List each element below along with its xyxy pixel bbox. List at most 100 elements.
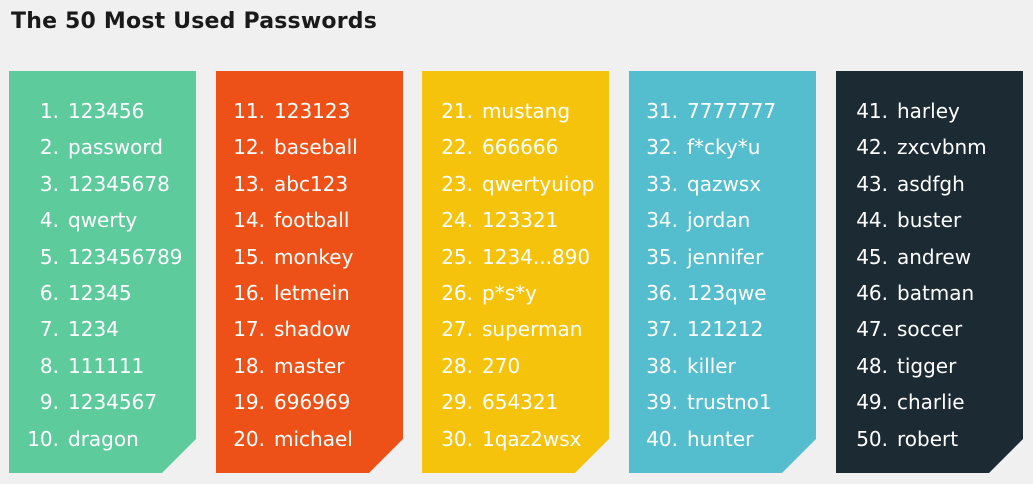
password-text: 123456789 [68, 244, 183, 269]
password-item: 46. batman [854, 275, 1023, 311]
rank-number: 12. [233, 135, 265, 160]
password-item: 41. harley [854, 93, 1023, 129]
password-text: 1234 [68, 317, 119, 342]
rank-number: 42. [856, 135, 888, 160]
password-text: 666666 [482, 135, 559, 160]
password-text: robert [897, 426, 959, 451]
password-item: 27. superman [439, 311, 609, 347]
password-text: superman [482, 317, 583, 342]
password-item: 22. 666666 [439, 129, 609, 165]
rank-number: 34. [646, 208, 678, 233]
password-item: 9. 1234567 [25, 384, 196, 420]
password-item: 13. abc123 [231, 166, 403, 202]
rank-number: 13. [233, 171, 265, 196]
password-text: buster [897, 208, 962, 233]
password-text: soccer [897, 317, 963, 342]
rank-number: 21. [441, 99, 473, 123]
rank-number: 30. [441, 426, 473, 451]
rank-number: 49. [856, 390, 888, 415]
password-item: 30. 1qaz2wsx [439, 421, 609, 457]
password-list: 21. mustang 22. 666666 23. qwertyuiop 24. 12332… [422, 93, 609, 457]
password-item: 35. jennifer [644, 239, 816, 275]
password-item: 2. password [25, 129, 196, 165]
password-text: qazwsx [687, 171, 762, 196]
password-text: shadow [274, 317, 351, 342]
rank-number: 29. [441, 390, 473, 415]
password-list: 11. 123123 12. baseball 13. abc123 14. football… [216, 93, 403, 457]
rank-number: 39. [646, 390, 678, 415]
password-item: 4. qwerty [25, 202, 196, 238]
password-text: 12345678 [68, 171, 170, 196]
password-text: p*s*y [482, 280, 537, 305]
password-item: 25. 1234...890 [439, 239, 609, 275]
password-item: 32. f*cky*u [644, 129, 816, 165]
password-text: baseball [274, 135, 358, 160]
rank-number: 16. [233, 280, 265, 305]
password-text: zxcvbnm [897, 135, 987, 160]
rank-number: 25. [441, 244, 473, 269]
rank-number: 44. [856, 208, 888, 233]
password-text: killer [687, 353, 736, 378]
rank-number: 32. [646, 135, 678, 160]
password-text: harley [897, 99, 960, 123]
password-text: abc123 [274, 171, 349, 196]
rank-number: 15. [233, 244, 265, 269]
password-text: jennifer [687, 244, 764, 269]
column-41-50: 41. harley 42. zxcvbnm 43. asdfgh 44. buster 45.… [836, 71, 1023, 473]
password-list: 31. 7777777 32. f*cky*u 33. qazwsx 34. jordan 35… [629, 93, 816, 457]
password-text: 123qwe [687, 280, 767, 305]
rank-number: 50. [856, 426, 888, 451]
password-text: michael [274, 426, 353, 451]
password-text: batman [897, 280, 975, 305]
password-text: dragon [68, 426, 139, 451]
password-item: 39. trustno1 [644, 384, 816, 420]
password-text: letmein [274, 280, 350, 305]
rank-number: 19. [233, 390, 265, 415]
password-item: 17. shadow [231, 311, 403, 347]
password-item: 19. 696969 [231, 384, 403, 420]
password-text: charlie [897, 390, 965, 415]
password-item: 14. football [231, 202, 403, 238]
rank-number: 26. [441, 280, 473, 305]
password-list: 41. harley 42. zxcvbnm 43. asdfgh 44. buster 45.… [836, 93, 1023, 457]
password-item: 34. jordan [644, 202, 816, 238]
password-text: 123456 [68, 99, 145, 123]
rank-number: 48. [856, 353, 888, 378]
rank-number: 17. [233, 317, 265, 342]
password-text: 1234...890 [482, 244, 591, 269]
password-item: 45. andrew [854, 239, 1023, 275]
column-1-10: 1. 123456 2. password 3. 12345678 4. qwerty 5. 12… [9, 71, 196, 473]
password-text: trustno1 [687, 390, 772, 415]
rank-number: 28. [441, 353, 473, 378]
password-item: 28. 270 [439, 348, 609, 384]
password-text: 123321 [482, 208, 559, 233]
password-item: 5. 123456789 [25, 239, 196, 275]
rank-number: 11. [233, 99, 265, 123]
password-item: 26. p*s*y [439, 275, 609, 311]
rank-number: 24. [441, 208, 473, 233]
password-text: monkey [274, 244, 354, 269]
column-11-20: 11. 123123 12. baseball 13. abc123 14. football… [216, 71, 403, 473]
rank-number: 46. [856, 280, 888, 305]
rank-number: 31. [646, 99, 678, 123]
password-item: 44. buster [854, 202, 1023, 238]
password-text: 654321 [482, 390, 559, 415]
password-item: 7. 1234 [25, 311, 196, 347]
password-item: 36. 123qwe [644, 275, 816, 311]
password-text: 121212 [687, 317, 764, 342]
rank-number: 2. [39, 135, 59, 160]
password-item: 38. killer [644, 348, 816, 384]
rank-number: 35. [646, 244, 678, 269]
password-item: 43. asdfgh [854, 166, 1023, 202]
password-item: 12. baseball [231, 129, 403, 165]
password-text: jordan [687, 208, 751, 233]
password-text: qwerty [68, 208, 138, 233]
rank-number: 4. [39, 208, 59, 233]
password-item: 10. dragon [25, 421, 196, 457]
rank-number: 40. [646, 426, 678, 451]
rank-number: 37. [646, 317, 678, 342]
rank-number: 43. [856, 171, 888, 196]
rank-number: 20. [233, 426, 265, 451]
password-text: mustang [482, 99, 571, 123]
password-text: asdfgh [897, 171, 965, 196]
